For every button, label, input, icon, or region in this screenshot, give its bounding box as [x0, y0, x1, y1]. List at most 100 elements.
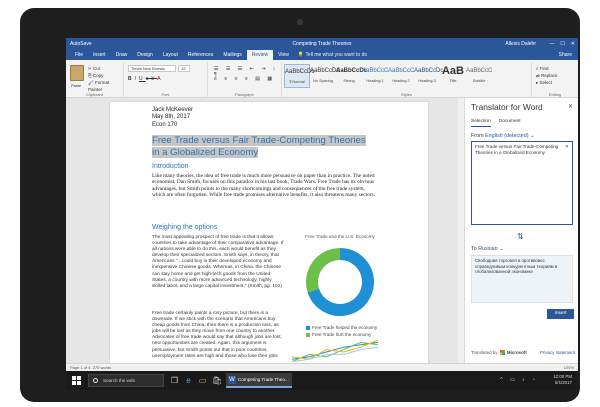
bold-icon[interactable]: B: [128, 76, 135, 82]
style-name: Heading 2: [392, 79, 410, 83]
clipboard-group-label: Clipboard: [85, 92, 104, 97]
style-normal[interactable]: AaBbCcDc ¶ Normal: [284, 64, 314, 88]
copy-button[interactable]: ⎘ Copy: [88, 72, 123, 79]
source-text: Free Trade versus Fair Trade-Competing T…: [475, 144, 559, 155]
taskbar-search[interactable]: Search the web: [88, 374, 164, 387]
tab-design[interactable]: Design: [132, 50, 158, 60]
task-view-icon[interactable]: ❐: [170, 376, 179, 385]
source-text-box[interactable]: Free Trade versus Fair Trade-Competing T…: [471, 141, 573, 225]
tab-document[interactable]: Document: [499, 119, 521, 127]
document-title[interactable]: Free Trade versus Fair Trade-Competing T…: [152, 135, 366, 159]
user-name[interactable]: Allexis Dalehr: [505, 38, 536, 50]
translator-pane: Translator for Word ✕ Selection Document…: [464, 98, 578, 363]
tab-file[interactable]: File: [70, 50, 88, 60]
tab-draw[interactable]: Draw: [111, 50, 133, 60]
tell-me-search[interactable]: 💡 Tell me what you want to do: [298, 52, 367, 58]
translation-output[interactable]: Свободная торговля в противовес справедл…: [471, 255, 573, 303]
windows-start-icon[interactable]: [72, 376, 81, 385]
window-controls: — ☐ ✕: [549, 38, 575, 50]
page-count[interactable]: Page 1 of 4: [70, 365, 90, 370]
tab-references[interactable]: References: [183, 50, 219, 60]
replace-button[interactable]: ⇄ Replace: [536, 72, 558, 79]
line-chart[interactable]: [290, 338, 380, 366]
font-group: Times New Roman 12 BIUabA Font: [124, 62, 208, 98]
file-explorer-icon[interactable]: ▭: [198, 376, 207, 385]
paragraph-group: ☰ ☰ ☰ ⇤ ⇥ ↕ ¶ ≡ ≡ ≡ ≡ ▤ ▦ Paragraph: [208, 62, 282, 98]
chevron-down-icon: ⌄: [499, 246, 504, 252]
word-icon: W: [228, 376, 236, 384]
microsoft-label: Microsoft: [506, 350, 527, 355]
swap-languages-icon[interactable]: ⇅: [517, 232, 524, 241]
privacy-link[interactable]: Privacy statement: [540, 350, 575, 355]
style-title[interactable]: AaB Title: [440, 64, 466, 88]
donut-slice-1[interactable]: [306, 248, 341, 293]
style-name: Title: [449, 79, 457, 83]
document-page[interactable]: Jack McKeever May 8th, 2017 Econ 170 Fre…: [110, 102, 428, 366]
document-area: Jack McKeever May 8th, 2017 Econ 170 Fre…: [66, 98, 464, 366]
align-icons[interactable]: ≡ ≡ ≡ ≡ ▤ ▦: [214, 76, 275, 82]
paste-icon[interactable]: [70, 65, 84, 81]
search-placeholder: Search the web: [103, 378, 135, 383]
style-strong[interactable]: AaBbCcDc Strong: [336, 64, 368, 88]
tab-layout[interactable]: Layout: [158, 50, 183, 60]
underline-icon[interactable]: U: [139, 76, 146, 82]
to-language-dropdown[interactable]: Russian ⌄: [478, 246, 504, 252]
style-heading-2[interactable]: AaBbCcC Heading 2: [388, 64, 414, 88]
style-heading-1[interactable]: AaBbCcC Heading 1: [362, 64, 388, 88]
style-name: No Spacing: [313, 79, 333, 83]
edge-icon[interactable]: e: [184, 376, 193, 385]
body-paragraph-1: The most appealing prospect of free trad…: [152, 235, 284, 289]
legend-swatch: [306, 332, 310, 337]
system-tray-icons[interactable]: ^ ▭ ♪ ◔: [500, 377, 538, 383]
body-paragraph-2: Free trade certainly paints a rosy pictu…: [152, 311, 282, 359]
maximize-icon[interactable]: ☐: [560, 38, 564, 50]
tab-mailings[interactable]: Mailings: [218, 50, 246, 60]
to-label: To: [471, 246, 477, 252]
editing-group: ⌕ Find ⇄ Replace ▸ Select Editing: [532, 62, 578, 98]
insert-button[interactable]: Insert: [547, 309, 574, 319]
font-name-dropdown[interactable]: Times New Roman: [128, 65, 176, 72]
from-row: From English (detected) ⌄: [471, 133, 535, 139]
style-preview: AaBbCcDc: [336, 68, 368, 74]
document-header: Jack McKeever May 8th, 2017 Econ 170: [152, 107, 193, 129]
taskbar: Search the web ❐ e ▭ 🛍 W Competing Trade…: [66, 371, 578, 390]
tab-insert[interactable]: Insert: [88, 50, 111, 60]
font-group-label: Font: [161, 92, 170, 97]
document-date: May 8th, 2017: [152, 114, 191, 121]
tab-selection[interactable]: Selection: [471, 119, 491, 127]
editing-items: ⌕ Find ⇄ Replace ▸ Select: [536, 65, 558, 86]
legend-label: Free Trade hurt the economy: [312, 332, 372, 337]
format-painter-button[interactable]: 🖌 Format Painter: [88, 79, 123, 93]
tab-view[interactable]: View: [273, 50, 294, 60]
word-count[interactable]: 275 words: [93, 365, 111, 370]
cut-button[interactable]: ✂ Cut: [88, 65, 123, 72]
font-color-icon[interactable]: A: [157, 76, 163, 82]
style-preview: AaB: [441, 65, 464, 77]
style-no-spacing[interactable]: AaBbCcDd No Spacing: [310, 64, 340, 88]
select-button[interactable]: ▸ Select: [536, 79, 558, 86]
legend-swatch: [306, 325, 310, 330]
find-button[interactable]: ⌕ Find: [536, 65, 558, 72]
clock[interactable]: 12:00 PM 5/1/2017: [553, 374, 572, 386]
close-icon[interactable]: ✕: [571, 38, 575, 50]
brush-icon: 🖌: [88, 80, 95, 85]
to-language: Russian: [478, 246, 498, 252]
font-size-dropdown[interactable]: 12: [178, 65, 190, 72]
style-preview: AaBbCcDc: [414, 68, 444, 74]
strikethrough-icon[interactable]: ab: [146, 76, 158, 82]
paste-label[interactable]: Paste: [71, 83, 81, 88]
donut-chart[interactable]: [293, 240, 387, 320]
title-line-2: in a Globalized Economy: [152, 147, 259, 158]
tab-review[interactable]: Review: [246, 50, 274, 60]
style-heading-3[interactable]: AaBbCcDc Heading 3: [414, 64, 444, 88]
introduction-paragraph: Like many theories, the idea of free tra…: [152, 173, 375, 198]
store-icon[interactable]: 🛍: [212, 376, 222, 385]
close-pane-icon[interactable]: ✕: [568, 103, 573, 110]
style-subtitle[interactable]: AaBbCcC Subtitle: [466, 64, 492, 88]
share-button[interactable]: Share: [559, 52, 572, 58]
word-taskbar-button[interactable]: W Competing Trade Theo...: [226, 373, 292, 388]
from-language-dropdown[interactable]: English (detected) ⌄: [485, 133, 534, 139]
clear-icon[interactable]: ✕: [565, 144, 569, 150]
minimize-icon[interactable]: —: [549, 38, 554, 50]
microsoft-logo-icon: [499, 350, 505, 356]
